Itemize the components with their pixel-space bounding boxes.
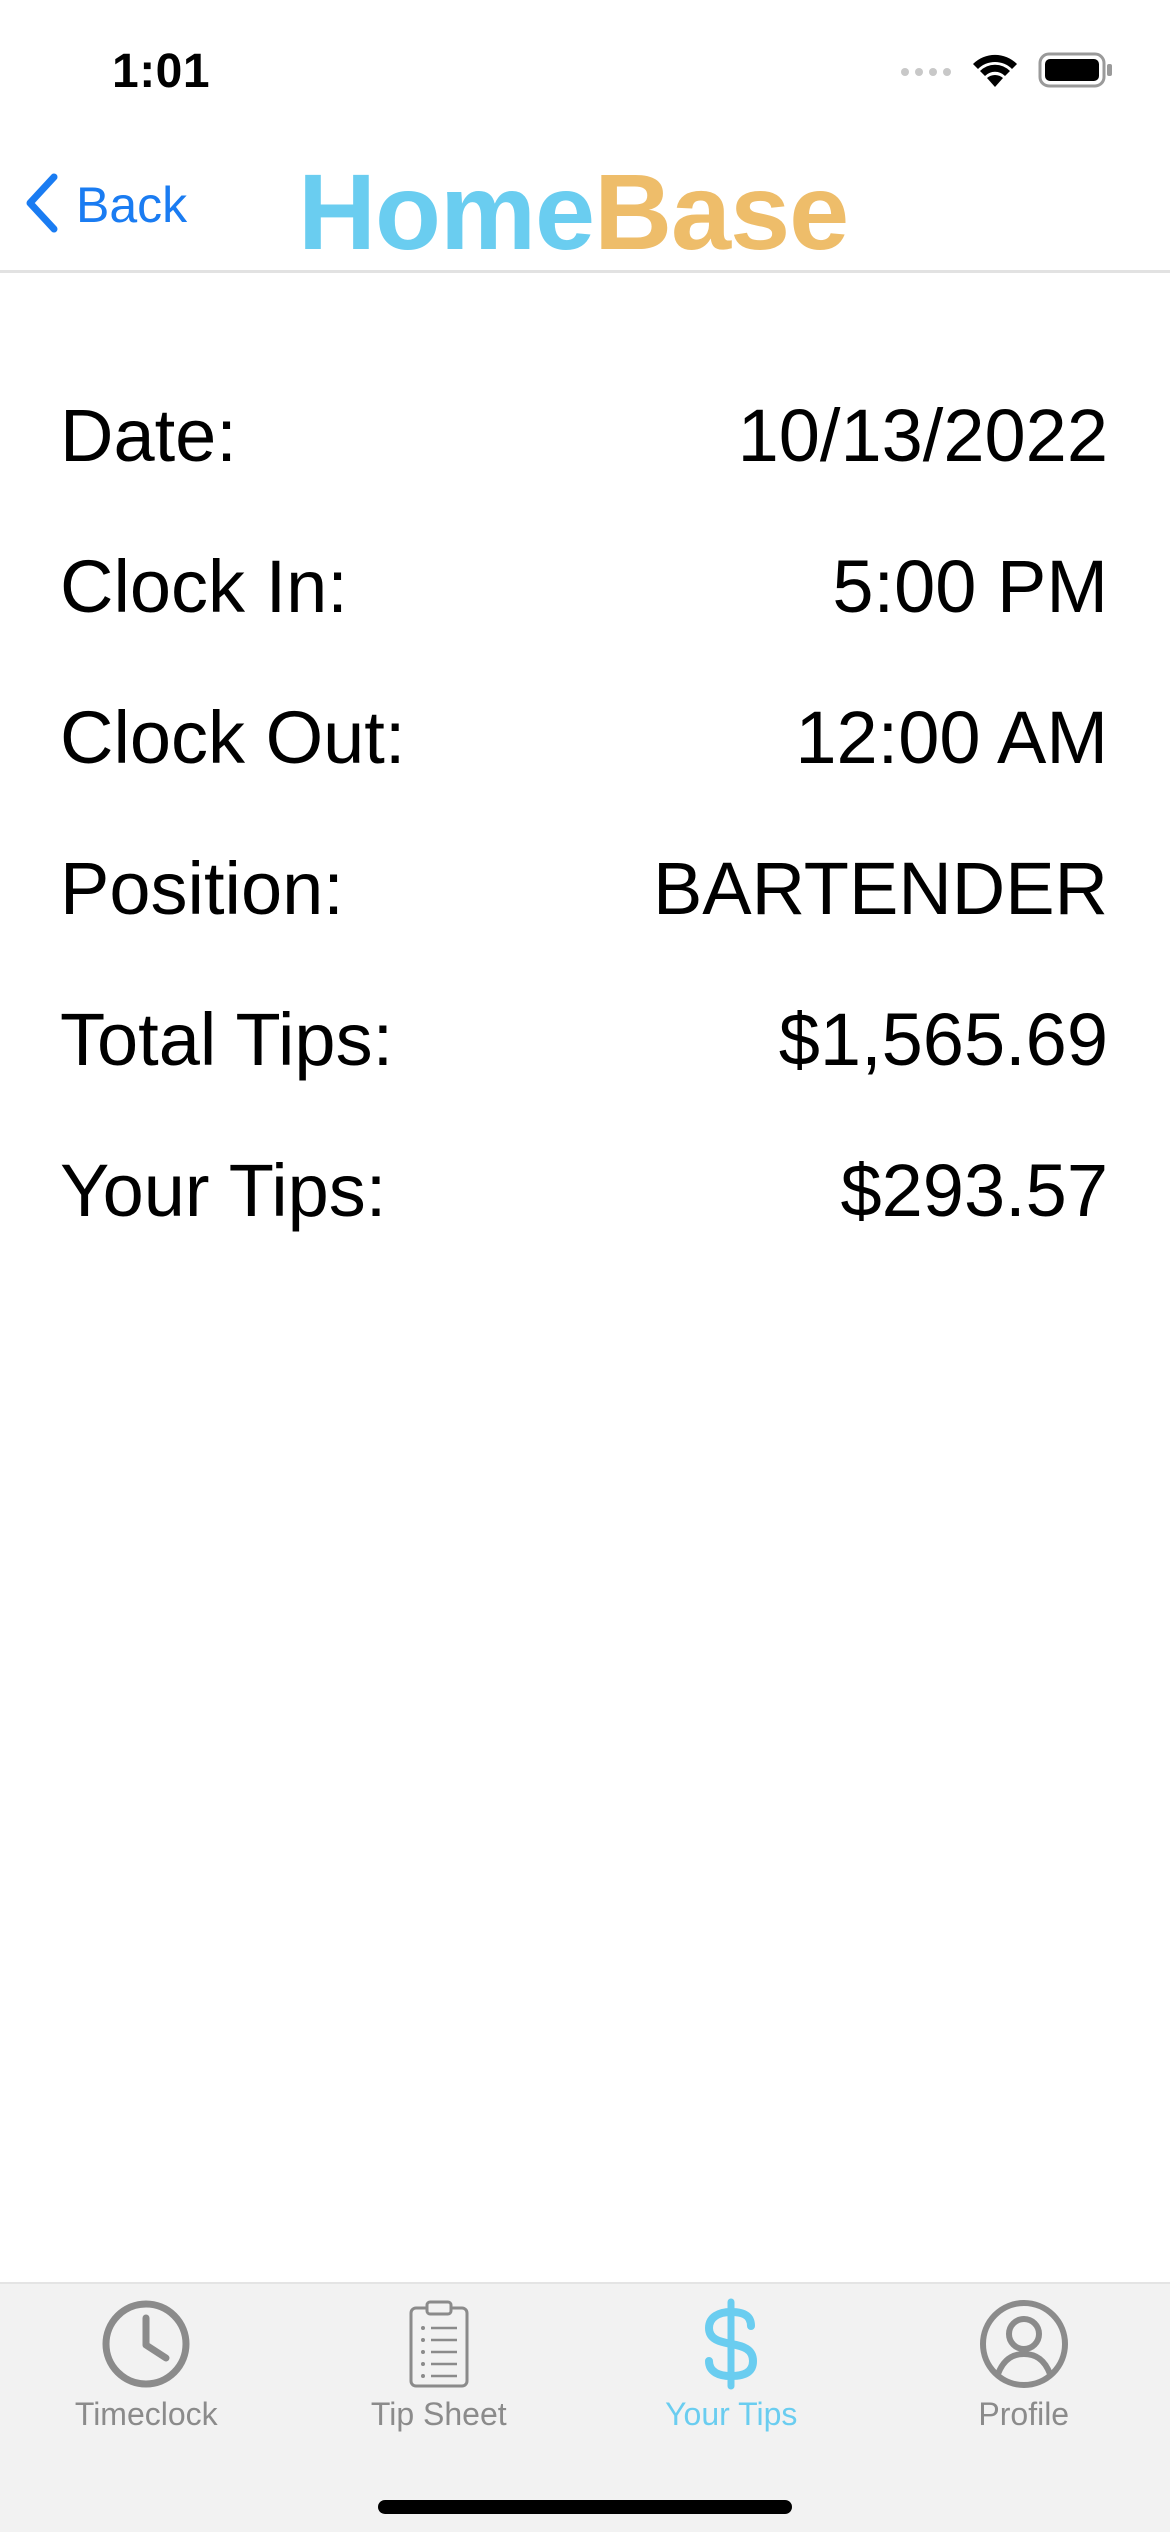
detail-value: 10/13/2022 <box>737 394 1108 477</box>
detail-row-your-tips: Your Tips: $293.57 <box>60 1115 1108 1266</box>
shift-details: Date: 10/13/2022 Clock In: 5:00 PM Clock… <box>60 360 1108 1266</box>
detail-row-total-tips: Total Tips: $1,565.69 <box>60 964 1108 1115</box>
detail-value: 5:00 PM <box>832 545 1108 628</box>
tip-detail-screen: 1:01 Back HomeBase Date: 10/13/2022 Cloc… <box>0 0 1170 2532</box>
detail-label: Total Tips: <box>60 998 394 1081</box>
tab-list: Timeclock Tip Sheet Your Tips Profile <box>0 2284 1170 2444</box>
tab-label: Timeclock <box>74 2396 218 2432</box>
person-circle-icon <box>978 2298 1070 2390</box>
app-logo: HomeBase <box>298 150 849 266</box>
home-indicator[interactable] <box>378 2500 792 2514</box>
tab-tip-sheet[interactable]: Tip Sheet <box>293 2284 586 2444</box>
logo-home-text: Home <box>298 151 595 272</box>
tab-profile[interactable]: Profile <box>878 2284 1170 2444</box>
detail-label: Clock Out: <box>60 696 406 779</box>
tab-label: Profile <box>978 2396 1070 2432</box>
detail-row-clock-in: Clock In: 5:00 PM <box>60 511 1108 662</box>
dollar-icon <box>685 2298 777 2390</box>
detail-row-date: Date: 10/13/2022 <box>60 360 1108 511</box>
detail-row-position: Position: BARTENDER <box>60 813 1108 964</box>
detail-value: $293.57 <box>840 1149 1109 1232</box>
logo-base-text: Base <box>594 151 849 272</box>
detail-row-clock-out: Clock Out: 12:00 AM <box>60 662 1108 813</box>
tab-bar: Timeclock Tip Sheet Your Tips Profile <box>0 2282 1170 2532</box>
back-label: Back <box>76 177 188 233</box>
cellular-signal-icon <box>900 63 952 82</box>
navigation-bar: Back HomeBase <box>0 140 1170 273</box>
detail-label: Date: <box>60 394 237 477</box>
tab-your-tips[interactable]: Your Tips <box>585 2284 878 2444</box>
tab-label: Your Tips <box>665 2396 798 2432</box>
status-icons <box>900 50 1114 94</box>
battery-icon <box>1038 51 1114 94</box>
status-bar: 1:01 <box>0 0 1170 140</box>
detail-label: Your Tips: <box>60 1149 387 1232</box>
chevron-left-icon <box>24 173 60 238</box>
back-button[interactable]: Back <box>24 170 187 240</box>
status-time: 1:01 <box>112 45 211 98</box>
clipboard-list-icon <box>393 2298 485 2390</box>
clock-icon <box>100 2298 192 2390</box>
wifi-icon <box>970 51 1020 94</box>
detail-value: BARTENDER <box>652 847 1108 930</box>
detail-value: 12:00 AM <box>795 696 1108 779</box>
tab-timeclock[interactable]: Timeclock <box>0 2284 293 2444</box>
detail-label: Clock In: <box>60 545 348 628</box>
detail-label: Position: <box>60 847 344 930</box>
tab-label: Tip Sheet <box>370 2396 507 2432</box>
detail-value: $1,565.69 <box>778 998 1108 1081</box>
